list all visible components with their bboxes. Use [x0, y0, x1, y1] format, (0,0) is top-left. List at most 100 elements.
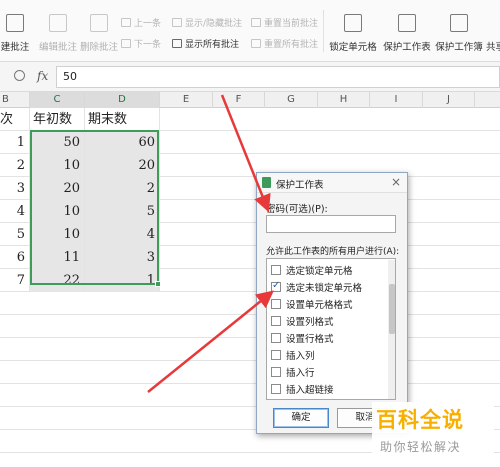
cell-d[interactable]: 4: [85, 223, 160, 246]
ok-button[interactable]: 确定: [273, 408, 329, 428]
option-checkbox[interactable]: [271, 333, 281, 343]
option-checkbox[interactable]: [271, 350, 281, 360]
cell-b-header[interactable]: 次: [0, 108, 30, 131]
column-header-f[interactable]: F: [213, 92, 265, 108]
list-item[interactable]: 插入行: [271, 365, 315, 379]
next-comment-button[interactable]: 下一条: [121, 36, 161, 50]
cell-d[interactable]: 2: [85, 177, 160, 200]
cell-b[interactable]: 1: [0, 131, 30, 154]
cell-d-header[interactable]: 期末数: [85, 108, 160, 131]
option-checkbox[interactable]: [271, 265, 281, 275]
column-header-h[interactable]: H: [318, 92, 370, 108]
formula-input[interactable]: 50: [56, 66, 500, 88]
protect-sheet-dialog: 保护工作表 × 密码(可选)(P): 允许此工作表的所有用户进行(A): 选定锁…: [256, 172, 408, 434]
comment-icon: [6, 14, 24, 32]
watermark-title: 百科全说: [376, 408, 464, 432]
column-header-g[interactable]: G: [265, 92, 318, 108]
list-item[interactable]: 插入列: [271, 348, 315, 362]
table-row: 4 10 5: [0, 200, 500, 223]
show-all-comments-icon: [172, 38, 182, 48]
cell-c[interactable]: 10: [30, 223, 85, 246]
fill-handle[interactable]: [155, 281, 161, 287]
table-row: 1 50 60: [0, 131, 500, 154]
permissions-label: 允许此工作表的所有用户进行(A):: [266, 247, 400, 257]
cell-b[interactable]: 4: [0, 200, 30, 223]
option-checkbox[interactable]: [271, 299, 281, 309]
cell-d[interactable]: 5: [85, 200, 160, 223]
cell-b[interactable]: 7: [0, 269, 30, 292]
table-row: [0, 292, 500, 315]
cell-b[interactable]: 3: [0, 177, 30, 200]
cell-c[interactable]: 10: [30, 200, 85, 223]
sheet-icon: [262, 177, 271, 188]
close-icon[interactable]: ×: [391, 175, 401, 189]
cell-c[interactable]: 10: [30, 154, 85, 177]
watermark-subtitle: 助你轻松解决: [380, 440, 462, 454]
dialog-title-bar[interactable]: 保护工作表 ×: [257, 173, 407, 193]
next-icon: [121, 38, 131, 48]
cell-d[interactable]: 60: [85, 131, 160, 154]
cell-d[interactable]: 1: [85, 269, 160, 292]
password-field[interactable]: [266, 215, 396, 233]
cell-d[interactable]: 3: [85, 246, 160, 269]
reset-current-comment-button[interactable]: 重置当前批注: [251, 15, 318, 29]
column-header-i[interactable]: I: [370, 92, 423, 108]
lock-cell-button[interactable]: 锁定单元格: [327, 8, 379, 56]
cell-c-header[interactable]: 年初数: [30, 108, 85, 131]
permissions-list: 选定锁定单元格 选定未锁定单元格 设置单元格格式 设置列格式 设置行格式 插入列…: [266, 258, 396, 400]
new-comment-button[interactable]: 建批注: [0, 8, 30, 56]
edit-comment-button[interactable]: 编辑批注: [34, 8, 82, 56]
reset-comment-icon: [251, 17, 261, 27]
zoom-icon[interactable]: [14, 70, 25, 81]
option-checkbox[interactable]: [271, 280, 281, 292]
list-item[interactable]: 设置行格式: [271, 331, 334, 345]
table-row: [0, 361, 500, 384]
password-label: 密码(可选)(P):: [266, 204, 328, 215]
protect-workbook-icon: [450, 14, 468, 32]
list-item[interactable]: 设置列格式: [271, 314, 334, 328]
scrollbar-thumb[interactable]: [389, 284, 395, 334]
list-item[interactable]: 设置单元格格式: [271, 297, 353, 311]
show-all-comments-button[interactable]: 显示所有批注: [172, 36, 239, 50]
column-header-d[interactable]: D: [85, 92, 160, 108]
cell-c[interactable]: 22: [30, 269, 85, 292]
column-header-b[interactable]: B: [0, 92, 30, 108]
option-checkbox[interactable]: [271, 367, 281, 377]
fx-icon[interactable]: fx: [37, 69, 48, 83]
table-row: 7 22 1: [0, 269, 500, 292]
cell-b[interactable]: 2: [0, 154, 30, 177]
column-header-c[interactable]: C: [30, 92, 85, 108]
ribbon-separator: [323, 10, 324, 52]
watermark-logo: 百科全说 助你轻松解决: [372, 402, 494, 460]
delete-comment-icon: [90, 14, 108, 32]
share-button[interactable]: 共享: [486, 8, 500, 56]
cell-b[interactable]: 6: [0, 246, 30, 269]
table-row: 3 20 2: [0, 177, 500, 200]
cell-c[interactable]: 11: [30, 246, 85, 269]
table-row: 2 10 20: [0, 154, 500, 177]
edit-comment-icon: [49, 14, 67, 32]
formula-bar: fx 50: [0, 62, 500, 92]
table-row: [0, 338, 500, 361]
prev-comment-button[interactable]: 上一条: [121, 15, 161, 29]
list-item[interactable]: 选定未锁定单元格: [271, 280, 362, 294]
protect-sheet-button[interactable]: 保护工作表: [382, 8, 432, 56]
list-item[interactable]: 插入超链接: [271, 382, 334, 396]
cell-d[interactable]: 20: [85, 154, 160, 177]
protect-sheet-icon: [398, 14, 416, 32]
table-row: 次 年初数 期末数: [0, 108, 500, 131]
column-header-j[interactable]: J: [423, 92, 475, 108]
column-header-e[interactable]: E: [160, 92, 213, 108]
protect-workbook-button[interactable]: 保护工作簿: [434, 8, 484, 56]
option-checkbox[interactable]: [271, 316, 281, 326]
list-item[interactable]: 选定锁定单元格: [271, 263, 353, 277]
toggle-comment-button[interactable]: 显示/隐藏批注: [172, 15, 242, 29]
option-checkbox[interactable]: [271, 384, 281, 394]
cell-b[interactable]: 5: [0, 223, 30, 246]
list-scrollbar[interactable]: [388, 260, 395, 399]
cell-c[interactable]: 50: [30, 131, 85, 154]
cell-c[interactable]: 20: [30, 177, 85, 200]
reset-all-comments-button[interactable]: 重置所有批注: [251, 36, 318, 50]
delete-comment-button[interactable]: 删除批注: [80, 8, 118, 56]
prev-icon: [121, 17, 131, 27]
